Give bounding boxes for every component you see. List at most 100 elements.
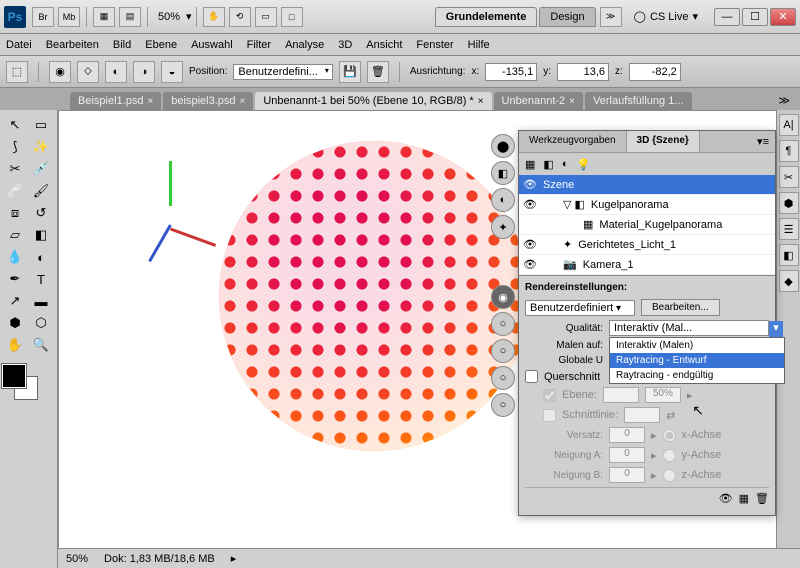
tab-overflow-button[interactable]: ≫	[772, 91, 796, 110]
scene-item-camera[interactable]: 👁📷 Kamera_1	[519, 255, 775, 275]
delete-icon[interactable]: 🗑	[367, 61, 389, 83]
screen-mode-button[interactable]: □	[281, 7, 303, 27]
delete-icon[interactable]: 🗑	[755, 492, 769, 505]
tab-3d-szene[interactable]: 3D {Szene}	[627, 131, 700, 152]
close-button[interactable]: ✕	[770, 8, 796, 26]
arrange-button[interactable]: ▭	[255, 7, 277, 27]
3d-tool[interactable]: ⬢	[2, 312, 28, 334]
doc-tab-4[interactable]: Unbenannt-2×	[494, 92, 583, 110]
marquee-tool[interactable]: ▭	[28, 114, 54, 136]
quality-option-endgueltig[interactable]: Raytracing - endgültig	[610, 368, 784, 383]
move-tool[interactable]: ↖	[2, 114, 28, 136]
scene-material-icon[interactable]: ◐	[562, 158, 569, 170]
scene-item-light[interactable]: 👁✦ Gerichtetes_Licht_1	[519, 235, 775, 255]
status-zoom[interactable]: 50%	[66, 553, 88, 565]
view-guides-button[interactable]: ▤	[119, 7, 141, 27]
dodge-tool[interactable]: ◐	[28, 246, 54, 268]
eyedropper-tool[interactable]: 💉	[28, 158, 54, 180]
visibility-icon[interactable]: 👁	[523, 258, 537, 271]
zoom-tool[interactable]: 🔍	[28, 334, 54, 356]
blur-tool[interactable]: 💧	[2, 246, 28, 268]
bridge-button[interactable]: Br	[32, 7, 54, 27]
wand-tool[interactable]: ✨	[28, 136, 54, 158]
edit-button[interactable]: Bearbeiten...	[641, 299, 720, 316]
menu-ebene[interactable]: Ebene	[145, 39, 177, 51]
menu-bearbeiten[interactable]: Bearbeiten	[46, 39, 99, 51]
render-preset-dropdown[interactable]: Benutzerdefiniert ▾	[525, 300, 635, 316]
dock-icon-7[interactable]: ◆	[779, 270, 799, 292]
scene-filter-icon[interactable]: ▦	[525, 158, 535, 171]
quality-option-entwurf[interactable]: Raytracing - Entwurf	[610, 353, 784, 368]
axis-x[interactable]	[170, 228, 216, 247]
shape-tool[interactable]: ▬	[28, 290, 54, 312]
mode-1-icon[interactable]: ◉	[49, 61, 71, 83]
hand-tool[interactable]: ✋	[2, 334, 28, 356]
pen-tool[interactable]: ✒	[2, 268, 28, 290]
quality-option-interaktiv[interactable]: Interaktiv (Malen)	[610, 338, 784, 353]
mode-3-icon[interactable]: ◐	[105, 61, 127, 83]
path-tool[interactable]: ↗	[2, 290, 28, 312]
y-field[interactable]	[557, 63, 609, 81]
menu-analyse[interactable]: Analyse	[285, 39, 324, 51]
stamp-tool[interactable]: ⧈	[2, 202, 28, 224]
doc-tab-3[interactable]: Unbenannt-1 bei 50% (Ebene 10, RGB/8) *×	[255, 92, 491, 110]
save-icon[interactable]: 💾	[339, 61, 361, 83]
menu-fenster[interactable]: Fenster	[416, 39, 453, 51]
axis-y[interactable]	[169, 161, 172, 206]
dock-icon-6[interactable]: ◧	[779, 244, 799, 266]
visibility-icon[interactable]: 👁	[523, 198, 537, 211]
visibility-icon[interactable]: 👁	[523, 178, 537, 191]
minibridge-button[interactable]: Mb	[58, 7, 80, 27]
dock-icon-3[interactable]: ✂	[779, 166, 799, 188]
scene-item-kugelpanorama[interactable]: 👁▽ ◧Kugelpanorama	[519, 195, 775, 215]
color-swatches[interactable]	[2, 364, 42, 404]
heal-tool[interactable]: 🩹	[2, 180, 28, 202]
position-preset-dropdown[interactable]: Benutzerdefini...	[233, 64, 333, 80]
history-brush-tool[interactable]: ↺	[28, 202, 54, 224]
menu-bild[interactable]: Bild	[113, 39, 131, 51]
render-section-2-icon[interactable]: ○	[491, 312, 515, 336]
maximize-button[interactable]: ☐	[742, 8, 768, 26]
close-icon[interactable]: ×	[569, 96, 575, 107]
menu-hilfe[interactable]: Hilfe	[468, 39, 490, 51]
view-extras-button[interactable]: ▦	[93, 7, 115, 27]
foreground-color[interactable]	[2, 364, 26, 388]
dock-icon-5[interactable]: ☰	[779, 218, 799, 240]
close-icon[interactable]: ×	[478, 96, 484, 107]
dock-icon-1[interactable]: A|	[779, 114, 799, 136]
doc-tab-1[interactable]: Beispiel1.psd×	[70, 92, 161, 110]
workspace-tab-design[interactable]: Design	[539, 7, 595, 27]
dock-icon-2[interactable]: ¶	[779, 140, 799, 162]
filter-scene-icon[interactable]: ⬤	[491, 134, 515, 158]
render-section-1-icon[interactable]: ◉	[491, 285, 515, 309]
close-icon[interactable]: ×	[147, 96, 153, 107]
3d-camera-tool[interactable]: ⬡	[28, 312, 54, 334]
render-section-4-icon[interactable]: ○	[491, 366, 515, 390]
brush-tool[interactable]: 🖌	[28, 180, 54, 202]
panel-menu-icon[interactable]: ▾≡	[751, 131, 775, 152]
new-light-icon[interactable]: ▦	[739, 492, 749, 505]
scene-light-icon[interactable]: 💡	[576, 158, 590, 171]
doc-tab-5[interactable]: Verlaufsfüllung 1...	[585, 92, 692, 110]
render-section-5-icon[interactable]: ○	[491, 393, 515, 417]
lasso-tool[interactable]: ⟆	[2, 136, 28, 158]
menu-filter[interactable]: Filter	[247, 39, 271, 51]
rotate-button[interactable]: ⟲	[229, 7, 251, 27]
visibility-icon[interactable]: 👁	[523, 238, 537, 251]
scene-list[interactable]: 👁Szene 👁▽ ◧Kugelpanorama ▦ Material_Kuge…	[519, 175, 775, 275]
status-doc-size[interactable]: Dok: 1,83 MB/18,6 MB	[104, 553, 215, 565]
menu-3d[interactable]: 3D	[338, 39, 352, 51]
close-icon[interactable]: ×	[240, 96, 246, 107]
crop-tool[interactable]: ✂	[2, 158, 28, 180]
scene-mesh-icon[interactable]: ◧	[543, 158, 553, 171]
zoom-level[interactable]: 50%	[158, 11, 180, 23]
cross-section-checkbox[interactable]	[525, 370, 538, 383]
tab-werkzeugvorgaben[interactable]: Werkzeugvorgaben	[519, 131, 627, 152]
3d-sphere-object[interactable]	[219, 141, 529, 451]
cslive-button[interactable]: ◯ CS Live ▾	[634, 10, 698, 23]
axis-z[interactable]	[148, 224, 172, 262]
hand-button[interactable]: ✋	[203, 7, 225, 27]
x-field[interactable]	[485, 63, 537, 81]
render-section-3-icon[interactable]: ○	[491, 339, 515, 363]
mode-5-icon[interactable]: ◒	[161, 61, 183, 83]
